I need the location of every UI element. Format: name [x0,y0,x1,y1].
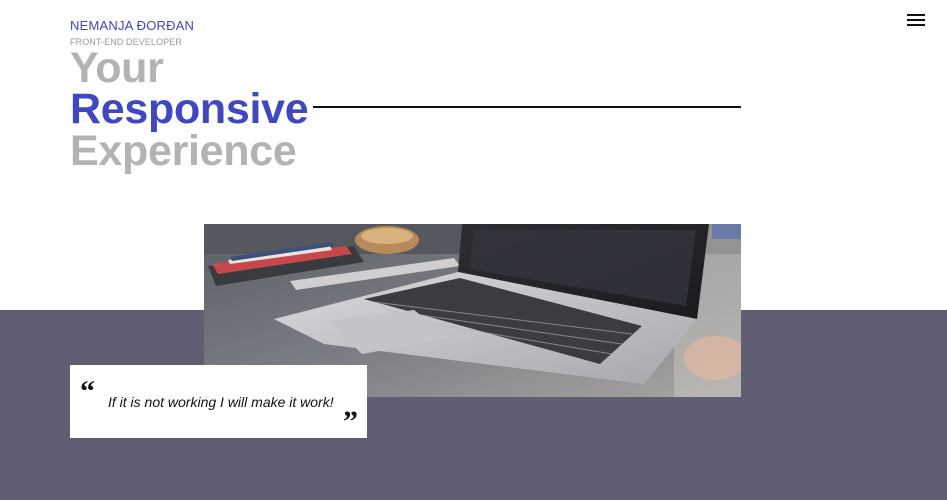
hero-line-experience: Experience [70,127,297,175]
brand-name: NEMANJA ĐORĐAN [70,18,195,33]
quote-close-icon: ” [343,405,358,438]
hamburger-menu-icon[interactable] [905,12,927,28]
quote-open-icon: “ [80,375,95,408]
hero-line-responsive: Responsive [70,85,309,133]
quote-text: If it is not working I will make it work… [108,394,334,410]
hero-divider [313,106,741,108]
quote-card: “ If it is not working I will make it wo… [70,365,367,438]
hero-line-your: Your [70,44,164,92]
